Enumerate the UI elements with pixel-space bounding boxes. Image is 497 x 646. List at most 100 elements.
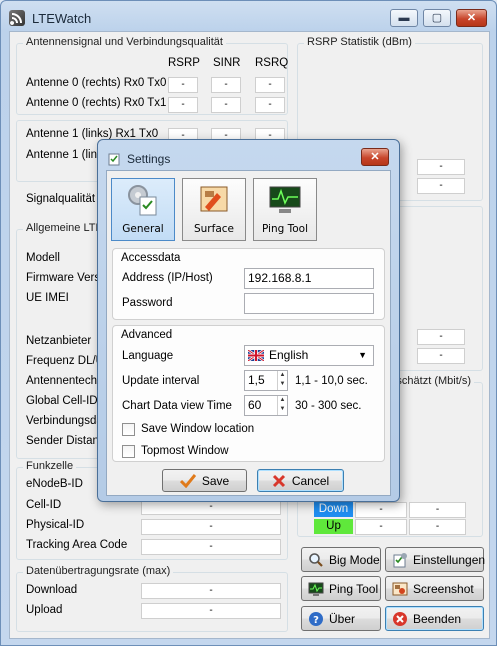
general-tab-icon bbox=[128, 185, 157, 216]
update-interval-stepper[interactable]: 1,5 ▲ ▼ bbox=[244, 370, 288, 391]
value-cell: - bbox=[168, 77, 198, 93]
language-value: English bbox=[269, 348, 309, 362]
app-icon bbox=[9, 10, 25, 26]
save-window-location-label[interactable]: Save Window location bbox=[141, 423, 254, 435]
ping-tool-label: Ping Tool bbox=[329, 581, 379, 596]
tab-general[interactable]: General bbox=[111, 178, 175, 241]
value-cell: - bbox=[168, 97, 198, 113]
chart-view-time-hint: 30 - 300 sec. bbox=[295, 400, 362, 412]
checkmark-icon bbox=[179, 473, 196, 488]
rsrp-stats-title: RSRP Statistik (dBm) bbox=[304, 36, 415, 48]
funkzelle-label: eNodeB-ID bbox=[26, 478, 83, 490]
ping-tool-tab-icon bbox=[269, 186, 301, 213]
einstellungen-button[interactable]: Einstellungen bbox=[385, 547, 486, 572]
save-window-location-checkbox[interactable] bbox=[122, 423, 135, 436]
ueber-button[interactable]: ? Über bbox=[301, 606, 381, 631]
password-label: Password bbox=[122, 297, 173, 309]
datarate-title: Datenübertragungsrate (max) bbox=[23, 565, 174, 577]
tab-surface-label: Surface bbox=[193, 223, 234, 235]
lte-row-label: Netzanbieter bbox=[26, 335, 92, 347]
accessdata-title: Accessdata bbox=[121, 252, 181, 264]
language-select[interactable]: English ▼ bbox=[244, 345, 374, 366]
title-bar[interactable]: LTEWatch ▬ ▢ ✕ bbox=[1, 1, 496, 31]
settings-close-button[interactable]: ✕ bbox=[361, 148, 389, 166]
value-cell: - bbox=[255, 77, 285, 93]
funkzelle-label: Tracking Area Code bbox=[26, 539, 128, 551]
update-interval-hint: 1,1 - 10,0 sec. bbox=[295, 375, 368, 387]
tab-ping-tool[interactable]: Ping Tool bbox=[253, 178, 317, 241]
value-cell: - bbox=[355, 502, 407, 518]
cancel-label: Cancel bbox=[291, 473, 330, 488]
value-cell: - bbox=[417, 348, 465, 364]
tac-field: - bbox=[141, 539, 281, 555]
value-cell: - bbox=[211, 97, 241, 113]
close-x-icon bbox=[272, 474, 285, 487]
upload-label: Upload bbox=[26, 604, 63, 616]
topmost-window-label[interactable]: Topmost Window bbox=[141, 445, 229, 457]
physical-id-field: - bbox=[141, 519, 281, 535]
col-rsrq: RSRQ bbox=[255, 57, 289, 69]
chevron-down-icon: ▼ bbox=[358, 350, 367, 360]
cancel-button[interactable]: Cancel bbox=[257, 469, 344, 492]
maximize-button[interactable]: ▢ bbox=[423, 9, 451, 27]
window-title: LTEWatch bbox=[32, 11, 92, 26]
lte-row-label: Modell bbox=[26, 252, 60, 264]
svg-text:?: ? bbox=[313, 615, 319, 626]
einstellungen-label: Einstellungen bbox=[413, 552, 486, 567]
magnifier-icon bbox=[308, 552, 324, 568]
settings-title-icon bbox=[108, 152, 122, 166]
address-input[interactable]: 192.168.8.1 bbox=[244, 268, 374, 289]
value-cell: - bbox=[211, 77, 241, 93]
password-input[interactable] bbox=[244, 293, 374, 314]
chart-view-time-stepper[interactable]: 60 ▲ ▼ bbox=[244, 395, 288, 416]
col-rsrp: RSRP bbox=[168, 57, 200, 69]
address-label: Address (IP/Host) bbox=[122, 272, 213, 284]
screenshot-label: Screenshot bbox=[413, 581, 474, 596]
value-cell: - bbox=[417, 178, 465, 194]
value-cell: - bbox=[409, 502, 466, 518]
big-mode-button[interactable]: Big Mode bbox=[301, 547, 381, 572]
settings-client-area: General Surface Ping Tool Accessdata Add… bbox=[106, 170, 391, 496]
lte-row-label: Global Cell-ID bbox=[26, 395, 98, 407]
antenna-signal-title: Antennensignal und Verbindungsqualität bbox=[23, 36, 226, 48]
uk-flag-icon bbox=[248, 350, 264, 361]
beenden-label: Beenden bbox=[413, 611, 462, 626]
spinner-arrows-icon[interactable]: ▲ ▼ bbox=[277, 396, 287, 415]
funkzelle-label: Physical-ID bbox=[26, 519, 85, 531]
screenshot-button[interactable]: Screenshot bbox=[385, 576, 484, 601]
download-field: - bbox=[141, 583, 281, 599]
tab-surface[interactable]: Surface bbox=[182, 178, 246, 241]
antenna-row-label: Antenne 0 (rechts) Rx0 Tx1 bbox=[26, 97, 167, 109]
value-cell: - bbox=[417, 159, 465, 175]
beenden-button[interactable]: Beenden bbox=[385, 606, 484, 631]
chart-view-time-label: Chart Data view Time bbox=[122, 400, 232, 412]
save-button[interactable]: Save bbox=[162, 469, 247, 492]
settings-icon bbox=[392, 552, 408, 568]
close-circle-icon bbox=[392, 611, 408, 627]
tab-ping-tool-label: Ping Tool bbox=[261, 223, 309, 235]
accessdata-panel: Accessdata Address (IP/Host) 192.168.8.1… bbox=[112, 248, 385, 320]
screenshot-icon bbox=[392, 581, 408, 597]
close-button[interactable]: ✕ bbox=[456, 9, 487, 27]
download-label: Download bbox=[26, 584, 78, 596]
funkzelle-label: Cell-ID bbox=[26, 499, 62, 511]
surface-tab-icon bbox=[200, 186, 228, 212]
update-interval-label: Update interval bbox=[122, 375, 200, 387]
value-cell: - bbox=[255, 97, 285, 113]
topmost-window-checkbox[interactable] bbox=[122, 445, 135, 458]
ueber-label: Über bbox=[329, 611, 356, 626]
up-badge: Up bbox=[314, 519, 353, 534]
value-cell: - bbox=[409, 519, 466, 535]
tab-general-label: General bbox=[122, 223, 164, 235]
down-badge: Down bbox=[314, 502, 353, 517]
help-icon: ? bbox=[308, 611, 324, 627]
value-cell: - bbox=[355, 519, 407, 535]
minimize-button[interactable]: ▬ bbox=[390, 9, 418, 27]
spinner-arrows-icon[interactable]: ▲ ▼ bbox=[277, 371, 287, 390]
ping-tool-button[interactable]: Ping Tool bbox=[301, 576, 381, 601]
lte-row-label: Sender Distanz bbox=[26, 435, 105, 447]
monitor-icon bbox=[308, 581, 324, 597]
advanced-panel: Advanced Language English ▼ Update inter… bbox=[112, 325, 385, 462]
col-sinr: SINR bbox=[213, 57, 241, 69]
funkzelle-title: Funkzelle bbox=[23, 460, 77, 472]
